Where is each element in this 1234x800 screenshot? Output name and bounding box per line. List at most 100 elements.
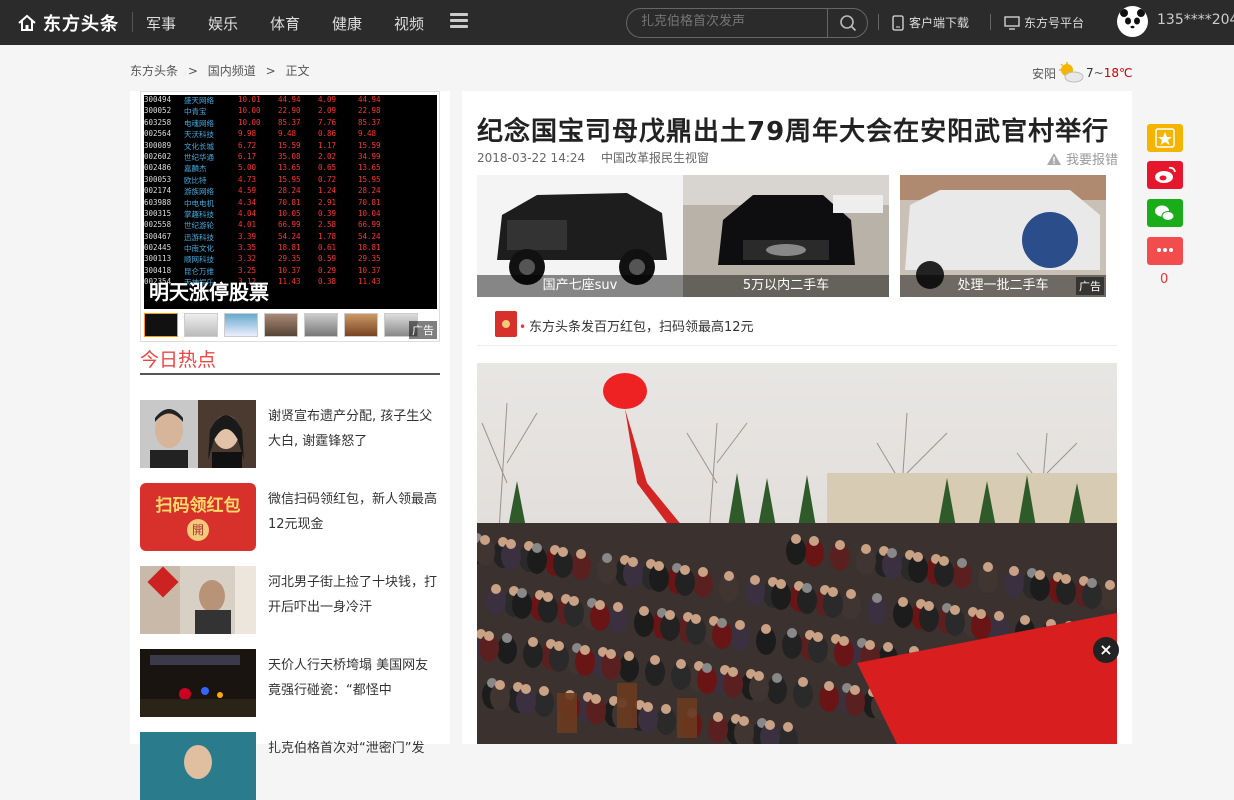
article-source[interactable]: 中国改革报民生视窗 [601,151,709,165]
ad-thumbnail[interactable] [184,313,218,337]
nav-item-sports[interactable]: 体育 [270,13,300,34]
stock-cell: 22.90 [278,106,301,116]
stock-cell: 0.86 [318,129,337,139]
open-badge: 開 [187,519,209,541]
nav-item-video[interactable]: 视频 [394,13,424,34]
platform-label: 东方号平台 [1024,16,1085,30]
report-error-button[interactable]: 我要报错 [1046,149,1118,168]
breadcrumb-channel[interactable]: 国内频道 [208,64,256,78]
platform-link[interactable]: 东方号平台 [1004,14,1084,31]
list-item[interactable]: 谢贤宣布遗产分配, 孩子生父大白, 谢霆锋怒了 [140,400,440,468]
news-title: 谢贤宣布遗产分配, 孩子生父大白, 谢霆锋怒了 [268,409,433,449]
ad-thumbnail[interactable] [304,313,338,337]
article-meta: 2018-03-22 14:24 中国改革报民生视窗 [477,149,721,166]
username[interactable]: 135****2048 [1157,12,1234,28]
stock-cell: 85.37 [358,117,381,127]
comment-button[interactable] [1147,237,1183,265]
weather-high: 18℃ [1103,66,1133,80]
ad-thumbnail[interactable] [264,313,298,337]
stock-row: 002445 中南文化 3.35 18.81 0.61 18.81 [144,243,437,254]
stock-cell: 0.39 [318,208,337,218]
search-button[interactable] [827,9,868,37]
weibo-share-button[interactable] [1147,161,1183,189]
stock-cell: 9.48 [278,129,297,139]
stock-cell: 11.43 [278,277,301,287]
avatar[interactable] [1117,6,1148,37]
stock-cell: 2.02 [318,151,337,161]
stock-cell: 3.39 [238,231,257,241]
list-item[interactable]: 河北男子街上捡了十块钱，打开后吓出一身冷汗 [140,566,440,634]
car-ad-tile[interactable]: 国产七座suv [477,175,683,297]
stock-cell: 中南文化 [184,244,214,254]
stock-cell: 6.72 [238,140,257,150]
stock-cell: 15.95 [358,174,381,184]
list-item[interactable]: 天价人行天桥垮塌 美国网友竟强行碰瓷：“都怪中 [140,649,440,717]
divider [140,373,440,375]
car-ad-tile[interactable]: 处理一批二手车 广告 [900,175,1106,297]
stock-cell: 300113 [144,254,172,264]
menu-icon[interactable] [450,13,468,29]
client-download-link[interactable]: 客户端下载 [891,14,969,31]
stock-cell: 0.72 [318,174,337,184]
favorite-button[interactable] [1147,124,1183,152]
nav-item-entertainment[interactable]: 娱乐 [208,13,238,34]
breadcrumb: 东方头条 > 国内频道 > 正文 [130,62,315,79]
ad-thumbnail[interactable] [144,313,178,337]
stock-advertisement[interactable]: 300494 盛天网络 10.01 44.94 4.09 44.94 300052 中青宝 10… [140,91,440,342]
stock-row: 300052 中青宝 10.00 22.90 2.09 22.98 [144,106,437,117]
stock-cell: 0.65 [318,163,337,173]
stock-row: 002564 天沃科技 9.98 9.48 0.86 9.48 [144,129,437,140]
stock-cell: 6.17 [238,151,257,161]
breadcrumb-home[interactable]: 东方头条 [130,64,178,78]
article-photo[interactable] [477,363,1117,744]
stock-cell: 54.24 [358,231,381,241]
divider [990,14,991,30]
stock-cell: 70.81 [278,197,301,207]
ad-thumbnail[interactable] [224,313,258,337]
site-logo[interactable]: 东方头条 [17,11,119,35]
stock-row: 300053 欧比特 4.73 15.95 0.72 15.95 [144,175,437,186]
breadcrumb-separator: > [265,64,276,78]
stock-row: 002486 嘉麟杰 5.00 13.65 0.65 13.65 [144,163,437,174]
news-title: 微信扫码领红包，新人领最高12元现金 [268,492,438,532]
stock-cell: 002602 [144,151,172,161]
stock-cell: 中青宝 [184,107,207,117]
stock-cell: 4.59 [238,186,257,196]
stock-cell: 4.01 [238,220,257,230]
stock-cell: 15.59 [358,140,381,150]
weather-separator: ~ [1093,66,1104,80]
stock-cell: 9.48 [358,129,377,139]
stock-cell: 54.24 [278,231,301,241]
close-button[interactable]: × [1093,637,1119,663]
search-box [626,8,868,38]
nav-item-military[interactable]: 军事 [146,13,176,34]
news-thumbnail [140,649,256,717]
stock-cell: 掌趣科技 [184,209,214,219]
red-envelope-thumbnail: 扫码领红包 開 [140,483,256,551]
ad-label: 广告 [409,321,437,339]
stock-cell: 44.94 [358,95,381,104]
wechat-share-button[interactable] [1147,199,1183,227]
warning-icon [1046,152,1061,165]
stock-cell: 18.81 [278,243,301,253]
stock-cell: 2.91 [318,197,337,207]
search-input[interactable] [641,14,821,29]
stock-cell: 盛天网络 [184,96,214,105]
stock-cell: 3.35 [238,243,257,253]
list-item[interactable]: 扫码领红包 開 微信扫码领红包，新人领最高12元现金 [140,483,440,551]
car-ad-tile[interactable]: 5万以内二手车 [683,175,889,297]
stock-cell: 4.04 [238,208,257,218]
ad-thumbnail[interactable] [344,313,378,337]
list-item[interactable]: 扎克伯格首次对“泄密门”发 [140,732,440,800]
stock-row: 002558 世纪游轮 4.01 66.99 2.58 66.99 [144,220,437,231]
article-title: 纪念国宝司母戊鼎出土79周年大会在安阳武官村举行 [477,117,1110,147]
divider [878,14,879,30]
red-envelope-ad-link[interactable]: 东方头条发百万红包，扫码领最高12元 [529,316,754,335]
stock-cell: 300053 [144,174,172,184]
nav-item-health[interactable]: 健康 [332,13,362,34]
stock-cell: 文化长城 [184,141,214,151]
stock-cell: 世纪游轮 [184,221,214,231]
stock-cell: 34.99 [358,151,381,161]
red-envelope-icon[interactable] [495,311,517,337]
weibo-icon [1155,166,1176,183]
